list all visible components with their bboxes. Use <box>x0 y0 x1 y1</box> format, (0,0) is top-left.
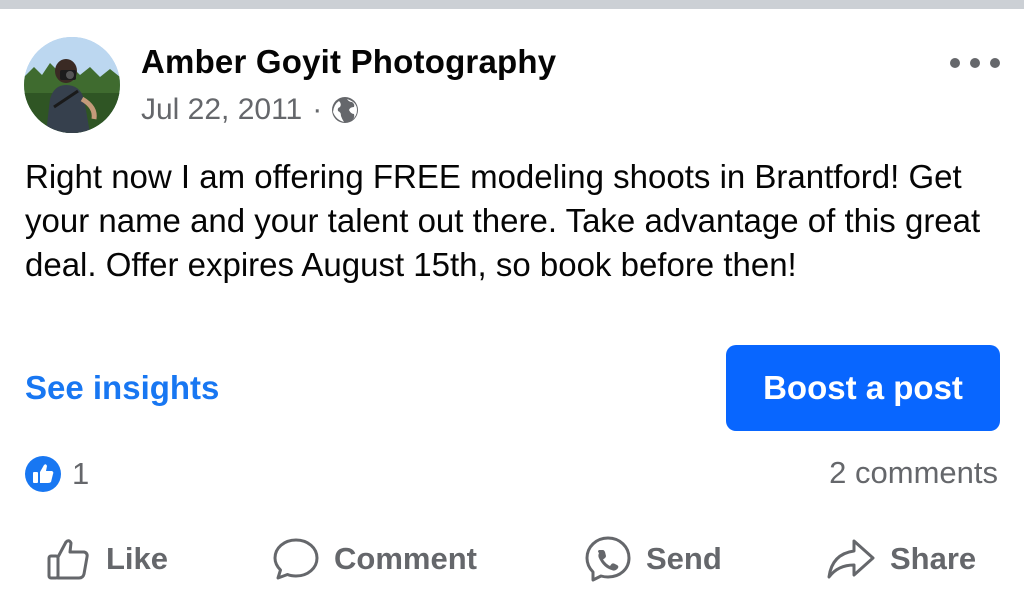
avatar[interactable] <box>24 37 120 133</box>
more-dot-icon <box>950 58 960 68</box>
send-button[interactable]: Send <box>584 534 722 584</box>
thumbs-up-icon <box>47 539 89 580</box>
globe-icon <box>332 97 359 123</box>
messenger-icon <box>585 536 631 582</box>
see-insights-link[interactable]: See insights <box>25 369 219 407</box>
meta-separator: · <box>312 93 323 126</box>
post-meta: Jul 22, 2011 · <box>141 93 360 127</box>
comment-button[interactable]: Comment <box>272 534 477 584</box>
more-dot-icon <box>990 58 1000 68</box>
boost-post-button[interactable]: Boost a post <box>726 345 1000 431</box>
like-reaction-icon <box>25 456 61 492</box>
more-options-button[interactable] <box>950 51 1000 75</box>
author-name[interactable]: Amber Goyit Photography <box>141 43 556 81</box>
top-divider <box>0 0 1024 9</box>
like-button[interactable]: Like <box>46 534 168 584</box>
comment-label: Comment <box>334 541 477 576</box>
like-label: Like <box>106 541 169 576</box>
like-count: 1 <box>72 456 90 491</box>
comments-count[interactable]: 2 comments <box>829 455 998 491</box>
share-arrow-icon <box>827 539 875 579</box>
reaction-summary[interactable]: 1 <box>24 455 89 493</box>
post-date[interactable]: Jul 22, 2011 <box>141 93 302 127</box>
comment-bubble-icon <box>273 538 319 580</box>
share-button[interactable]: Share <box>826 534 976 584</box>
post-card: Amber Goyit Photography Jul 22, 2011 · R… <box>0 9 1024 607</box>
more-dot-icon <box>970 58 980 68</box>
send-label: Send <box>646 541 722 576</box>
profile-photo <box>24 37 120 133</box>
post-text: Right now I am offering FREE modeling sh… <box>25 158 981 283</box>
share-label: Share <box>890 541 977 576</box>
action-bar: Like Comment Send Share <box>0 534 1024 584</box>
